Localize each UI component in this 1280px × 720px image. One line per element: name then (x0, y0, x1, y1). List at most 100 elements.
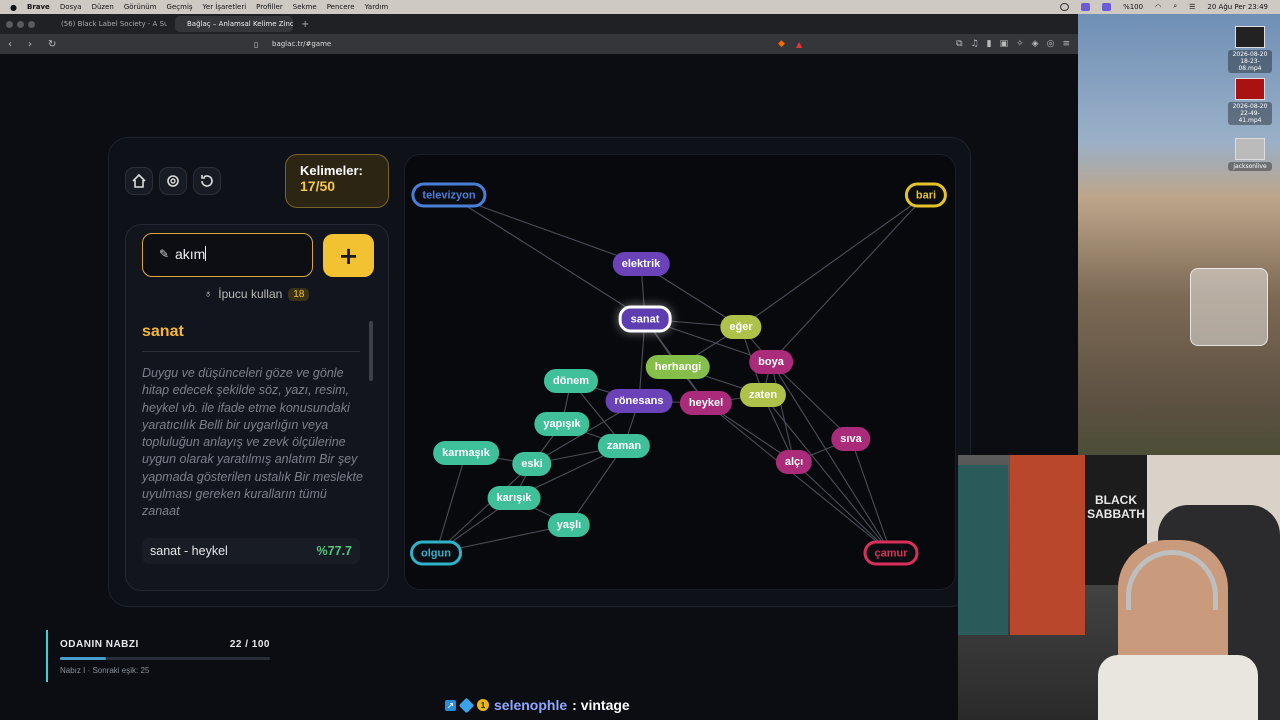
room-pulse-title: ODANIN NABZI (60, 639, 139, 650)
word-node-zaman[interactable]: zaman (597, 434, 651, 458)
chat-message: : vintage (572, 697, 630, 713)
home-button[interactable] (125, 167, 153, 195)
word-node-sıva[interactable]: sıva (831, 427, 871, 451)
level-badge-icon: 1 (477, 699, 489, 711)
plus-icon: + (338, 241, 359, 270)
window-zoom-button[interactable] (28, 20, 35, 28)
word-node-yapisik[interactable]: yapışık (534, 412, 590, 436)
room-pulse-value: 22 / 100 (229, 639, 270, 650)
word-node-donem[interactable]: dönem (543, 369, 599, 393)
screen-record-icon[interactable] (1081, 2, 1091, 11)
word-panel: ✎ akım + ♁ İpucu kullan 18 sanat Duygu v… (125, 224, 389, 591)
anchor-word-camur[interactable]: çamur (863, 540, 919, 566)
new-tab-icon[interactable]: + (301, 19, 309, 30)
menu-item-gecmis[interactable]: Geçmiş (167, 3, 193, 11)
desktop-file-3-label: jacksonlive (1228, 162, 1272, 171)
definition-scrollbar[interactable] (369, 321, 373, 381)
word-node-ronesans[interactable]: rönesans (605, 389, 673, 413)
pencil-icon: ✎ (159, 247, 170, 261)
word-counter-title: Kelimeler: (300, 163, 363, 178)
menu-item-gorunum[interactable]: Görünüm (124, 3, 157, 11)
restart-button[interactable] (193, 167, 221, 195)
desktop-file-1[interactable]: 2026-08-20 18-23-08.mp4 (1228, 26, 1272, 73)
app-status-icon[interactable] (1102, 2, 1112, 11)
tab-baglac-label: Bağlaç – Anlamsal Kelime Zinc (187, 20, 293, 28)
webcam-poster (1010, 455, 1085, 635)
word-node-karisik[interactable]: karışık (487, 486, 541, 510)
graph-edge (850, 438, 892, 554)
cube-badge-icon (458, 697, 475, 713)
tab-youtube[interactable]: (56) Black Label Society - A Su (49, 16, 167, 32)
window-minimize-button[interactable] (17, 20, 24, 28)
sidebar-icon[interactable]: ▮ (987, 39, 992, 49)
back-icon[interactable]: ‹ (8, 39, 20, 50)
hint-button[interactable]: ♁ İpucu kullan 18 (204, 287, 310, 301)
search-icon[interactable]: ⌕ (1173, 2, 1177, 11)
webcam-overlay: BLACK SABBATH (958, 455, 1280, 720)
chat-username: selenophle (494, 697, 568, 713)
similarity-value: %77.7 (316, 544, 352, 558)
word-node-alci[interactable]: alçı (775, 450, 813, 474)
menu-item-profiller[interactable]: Profiller (256, 3, 283, 11)
status-circle-icon[interactable] (1060, 2, 1070, 11)
tab-baglac[interactable]: Bağlaç – Anlamsal Kelime Zinc × (175, 16, 293, 32)
word-input[interactable]: ✎ akım (142, 233, 313, 277)
reload-icon[interactable]: ↻ (48, 39, 60, 50)
apple-icon[interactable]: ● (10, 3, 17, 12)
graph-edge (435, 452, 467, 554)
menu-item-pencere[interactable]: Pencere (327, 3, 355, 11)
room-pulse-fill (60, 657, 107, 660)
graph-edge (705, 402, 892, 554)
vpn-icon[interactable]: ◈ (1032, 39, 1039, 49)
word-node-yasli[interactable]: yaşlı (547, 513, 591, 537)
word-node-eski[interactable]: eski (512, 452, 552, 476)
anchor-word-olgun[interactable]: olgun (410, 540, 462, 566)
anchor-word-bari[interactable]: bari (904, 182, 948, 208)
desktop-file-3[interactable]: jacksonlive (1228, 138, 1272, 171)
video-thumbnail-icon (1235, 26, 1265, 48)
similarity-row: sanat - heykel %77.7 (142, 538, 360, 564)
extensions-icon[interactable]: ⧉ (956, 39, 962, 49)
word-node-heykel[interactable]: heykel (679, 391, 733, 415)
forward-icon[interactable]: › (28, 39, 40, 50)
restart-icon (201, 175, 213, 187)
control-center-icon[interactable]: ☰ (1189, 3, 1195, 11)
word-node-boya[interactable]: boya (749, 350, 793, 374)
macos-menubar: ● Brave Dosya Düzen Görünüm Geçmiş Yer İ… (0, 0, 1280, 14)
room-pulse-subtitle: Nabız I · Sonraki eşik: 25 (60, 666, 150, 675)
brave-shields-icon[interactable]: ◆ (778, 39, 785, 49)
webcam-poster (958, 465, 1008, 635)
leo-icon[interactable]: ✧ (1016, 39, 1024, 49)
menu-item-duzen[interactable]: Düzen (92, 3, 114, 11)
wallet-icon[interactable]: ◎ (1047, 39, 1055, 49)
webcam-shirt (1098, 655, 1258, 720)
screenshot-icon[interactable]: ▣ (1000, 39, 1009, 49)
word-node-herhangi[interactable]: herhangi (645, 355, 711, 379)
media-icon[interactable]: ♫ (971, 39, 979, 49)
word-node-elektrik[interactable]: elektrik (612, 252, 670, 276)
brave-rewards-icon[interactable]: ▲ (796, 40, 802, 49)
menu-item-sekme[interactable]: Sekme (293, 3, 317, 11)
word-node-zaten[interactable]: zaten (739, 383, 787, 407)
bookmark-icon[interactable]: ▯ (254, 40, 258, 49)
add-word-button[interactable]: + (323, 234, 374, 277)
menu-item-yardim[interactable]: Yardım (365, 3, 389, 11)
graph-edge (770, 194, 927, 363)
menu-icon[interactable]: ≡ (1062, 39, 1070, 49)
menu-app-name[interactable]: Brave (27, 3, 50, 11)
word-node-eger[interactable]: eğer (720, 315, 762, 339)
battery-label[interactable]: %100 (1123, 3, 1143, 11)
clock-label[interactable]: 20 Ağu Per 23:49 (1207, 3, 1268, 11)
wifi-icon[interactable]: ◠ (1155, 3, 1161, 11)
settings-button[interactable] (159, 167, 187, 195)
anchor-word-televizyon[interactable]: televizyon (411, 182, 487, 208)
window-close-button[interactable] (6, 20, 13, 28)
desktop-file-2[interactable]: 2026-08-20 22-49-41.mp4 (1228, 78, 1272, 125)
word-node-karmasik[interactable]: karmaşık (433, 441, 499, 465)
word-counter-value: 17/50 (300, 178, 336, 194)
menu-item-yer-isaretleri[interactable]: Yer İşaretleri (203, 3, 247, 11)
word-node-sanat[interactable]: sanat (618, 305, 672, 333)
url-field[interactable]: baglac.tr/#game (272, 40, 331, 48)
menu-item-dosya[interactable]: Dosya (60, 3, 82, 11)
graph-edge (762, 394, 892, 554)
